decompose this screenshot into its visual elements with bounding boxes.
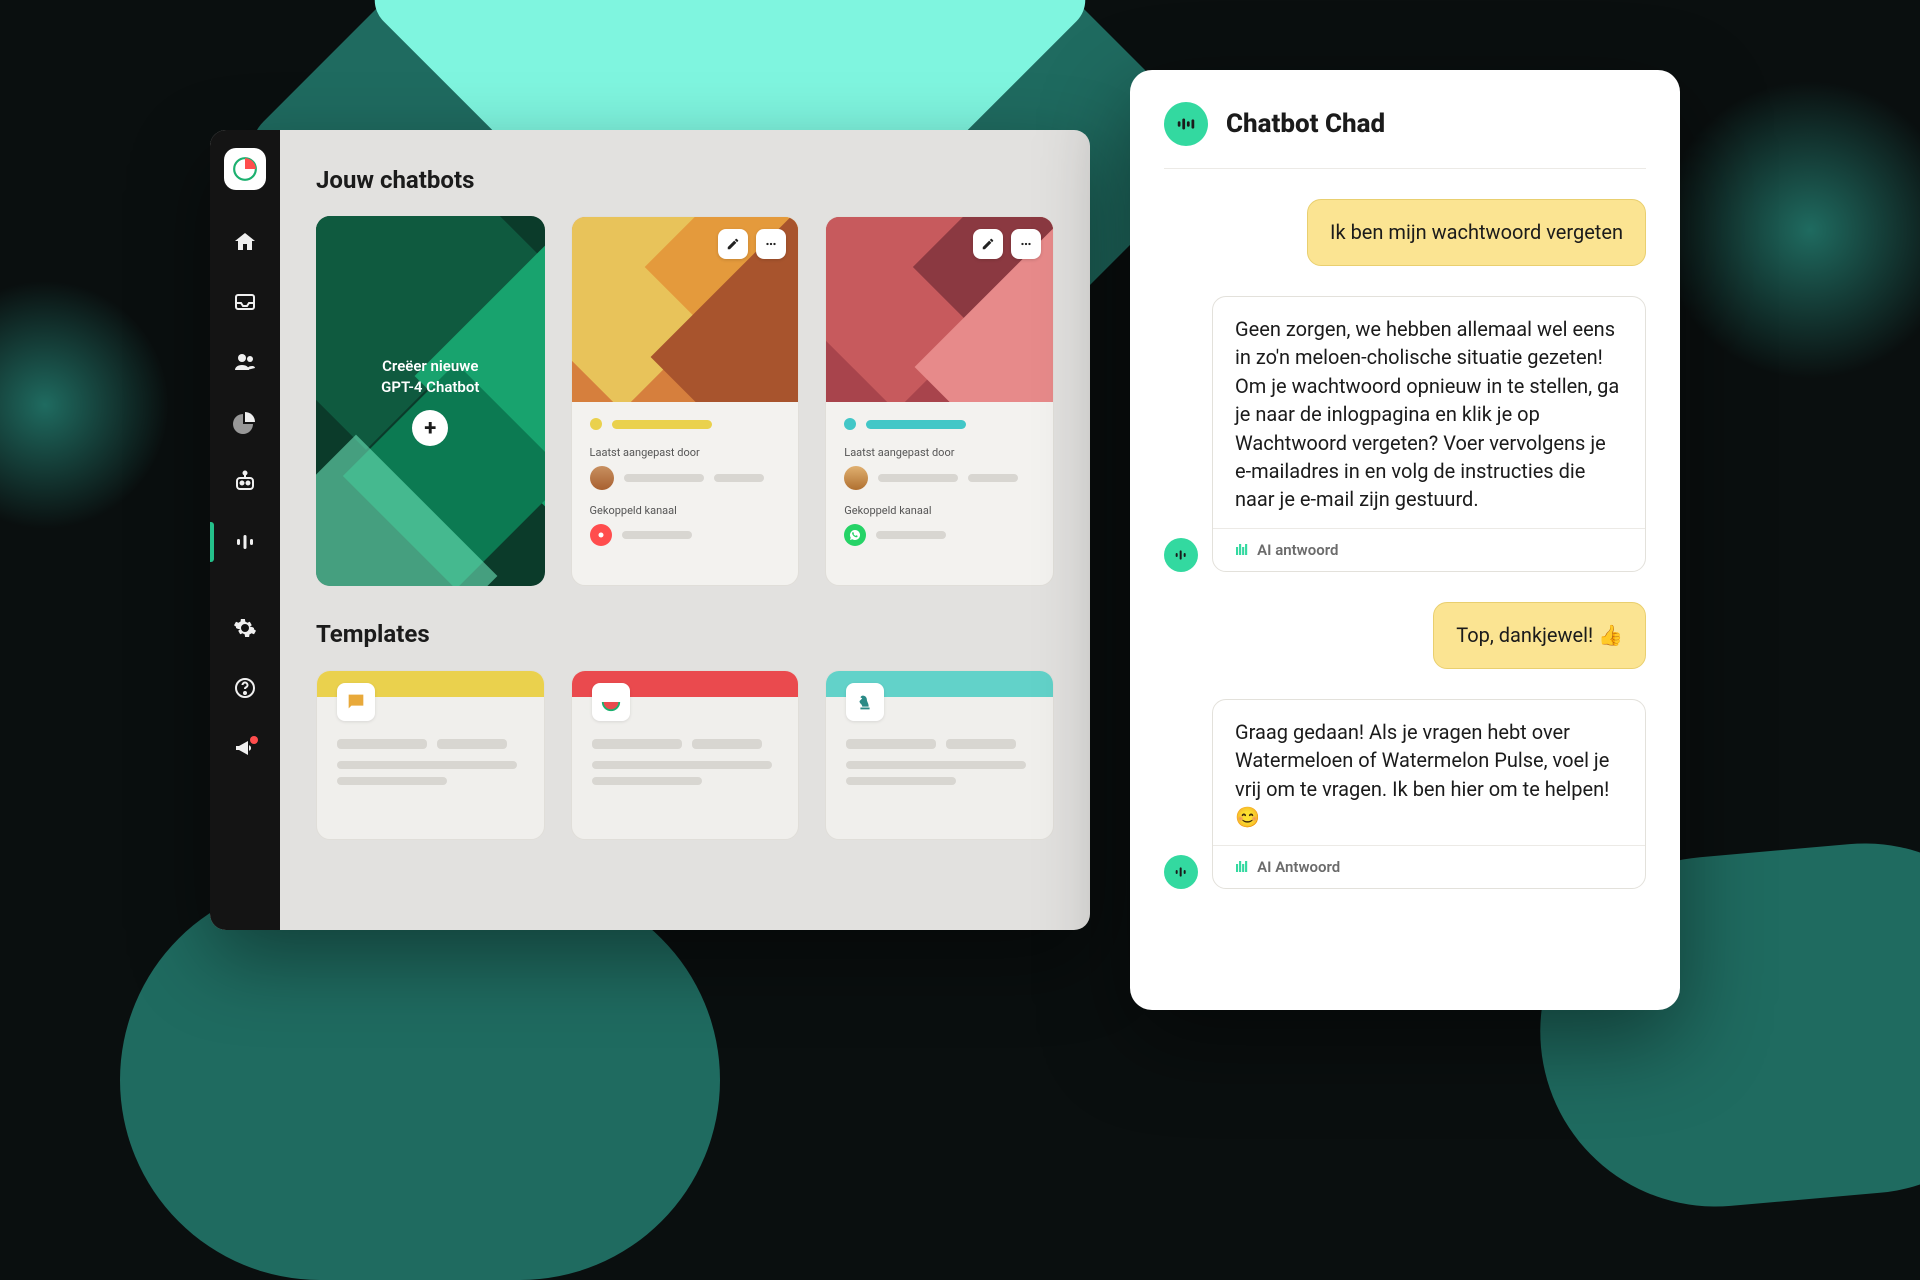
chatbot-card-2[interactable]: Laatst aangepast door Gekoppeld kanaal [825, 216, 1054, 586]
editor-avatar [590, 466, 614, 490]
channel-icon [590, 524, 612, 546]
status-bar [866, 420, 966, 429]
knight-icon [846, 683, 884, 721]
create-line2: GPT-4 Chatbot [381, 377, 479, 398]
chat-header: Chatbot Chad [1164, 102, 1646, 169]
nav-inbox[interactable] [210, 276, 280, 328]
nav-analytics[interactable] [210, 396, 280, 448]
plus-icon: + [412, 410, 448, 446]
status-dot [590, 418, 602, 430]
bot-avatar-small [1164, 538, 1198, 572]
bot-bubble-text: Graag gedaan! Als je vragen hebt over Wa… [1213, 700, 1645, 846]
user-bubble: Top, dankjewel! 👍 [1433, 602, 1646, 669]
ai-answer-footer: ılıl AI Antwoord [1213, 845, 1645, 888]
status-bar [612, 420, 712, 429]
skeleton-line [968, 474, 1018, 482]
card-artwork [572, 217, 799, 402]
main-content: Jouw chatbots Creëer nieuwe GPT-4 Chatbo… [280, 130, 1090, 930]
templates-heading: Templates [316, 620, 1054, 648]
channel-label: Gekoppeld kanaal [844, 504, 1035, 517]
create-line1: Creëer nieuwe [381, 356, 479, 377]
skeleton-line [592, 761, 772, 769]
sidebar [210, 130, 280, 930]
chat-title: Chatbot Chad [1226, 109, 1385, 139]
chat-icon [337, 683, 375, 721]
nav-bot[interactable] [210, 456, 280, 508]
nav-help[interactable] [210, 662, 280, 714]
pulse-icon: ılıl [1235, 541, 1247, 559]
editor-avatar [844, 466, 868, 490]
pulse-icon: ılıl [1235, 858, 1247, 876]
edited-by-label: Laatst aangepast door [590, 446, 781, 459]
message-user-1: Ik ben mijn wachtwoord vergeten [1164, 199, 1646, 266]
skeleton-line [622, 531, 692, 539]
bot-avatar [1164, 102, 1208, 146]
channel-label: Gekoppeld kanaal [590, 504, 781, 517]
skeleton-line [337, 777, 447, 785]
template-card-2[interactable] [571, 670, 800, 840]
status-dot [844, 418, 856, 430]
card-artwork [826, 217, 1053, 402]
ai-answer-label: AI Antwoord [1257, 858, 1340, 876]
nav-announcements[interactable] [210, 722, 280, 774]
bg-glow-left [0, 280, 170, 530]
ai-answer-footer: ılıl AI antwoord [1213, 528, 1645, 571]
message-bot-1: Geen zorgen, we hebben allemaal wel eens… [1164, 296, 1646, 572]
bg-glow-right [1660, 80, 1920, 380]
chatbots-heading: Jouw chatbots [316, 166, 1054, 194]
more-button[interactable] [756, 229, 786, 259]
skeleton-line [592, 777, 702, 785]
nav-contacts[interactable] [210, 336, 280, 388]
bot-avatar-small [1164, 855, 1198, 889]
more-button[interactable] [1011, 229, 1041, 259]
skeleton-line [846, 761, 1026, 769]
skeleton-line [337, 761, 517, 769]
message-user-2: Top, dankjewel! 👍 [1164, 602, 1646, 669]
bg-blob-bottom [120, 880, 720, 1280]
notification-dot [250, 736, 258, 744]
skeleton-line [592, 739, 682, 749]
chatbot-card-1[interactable]: Laatst aangepast door Gekoppeld kanaal [571, 216, 800, 586]
create-chatbot-card[interactable]: Creëer nieuwe GPT-4 Chatbot + [316, 216, 545, 586]
skeleton-line [692, 739, 762, 749]
nav-settings[interactable] [210, 602, 280, 654]
skeleton-line [876, 531, 946, 539]
nav-pulse[interactable] [210, 516, 280, 568]
app-window: Jouw chatbots Creëer nieuwe GPT-4 Chatbo… [210, 130, 1090, 930]
chat-body: Ik ben mijn wachtwoord vergeten Geen zor… [1164, 169, 1646, 978]
edit-button[interactable] [973, 229, 1003, 259]
skeleton-line [946, 739, 1016, 749]
skeleton-line [624, 474, 704, 482]
watermelon-icon [592, 683, 630, 721]
edited-by-label: Laatst aangepast door [844, 446, 1035, 459]
whatsapp-icon [844, 524, 866, 546]
message-bot-2: Graag gedaan! Als je vragen hebt over Wa… [1164, 699, 1646, 890]
skeleton-line [714, 474, 764, 482]
skeleton-line [878, 474, 958, 482]
ai-answer-label: AI antwoord [1257, 541, 1338, 559]
nav-home[interactable] [210, 216, 280, 268]
bot-bubble-text: Geen zorgen, we hebben allemaal wel eens… [1213, 297, 1645, 528]
template-card-3[interactable] [825, 670, 1054, 840]
skeleton-line [337, 739, 427, 749]
edit-button[interactable] [718, 229, 748, 259]
app-logo[interactable] [224, 148, 266, 190]
skeleton-line [846, 739, 936, 749]
skeleton-line [437, 739, 507, 749]
user-bubble: Ik ben mijn wachtwoord vergeten [1307, 199, 1646, 266]
template-card-1[interactable] [316, 670, 545, 840]
skeleton-line [846, 777, 956, 785]
chat-window: Chatbot Chad Ik ben mijn wachtwoord verg… [1130, 70, 1680, 1010]
